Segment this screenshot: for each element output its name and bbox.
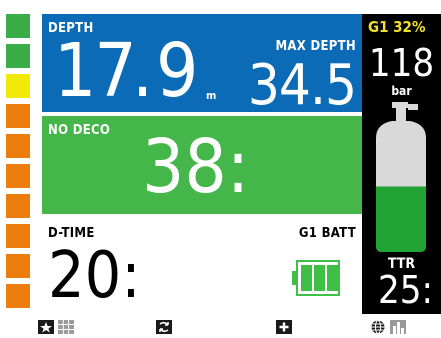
ascent-rate-segment	[6, 194, 30, 218]
depth-value-integer: 17	[54, 28, 137, 114]
depth-unit: m	[206, 89, 217, 102]
no-deco-label: NO DECO	[48, 123, 111, 138]
dive-time-panel: D-TIME 20: G1 BATT	[42, 214, 362, 314]
max-depth-value: 34.5	[247, 53, 357, 118]
max-depth-label: MAX DEPTH	[275, 39, 356, 54]
depth-value-decimal: 9	[156, 28, 199, 114]
cylinder-icon	[376, 102, 426, 252]
depth-panel: DEPTH MAX DEPTH 17 . 9 m 34.5	[42, 14, 362, 118]
ttr-value: 25:	[378, 268, 434, 312]
gas-mix-label: G1 32%	[368, 18, 426, 36]
battery-level-bar	[327, 265, 338, 291]
ascent-rate-bar	[6, 14, 30, 314]
bar-chart-icon[interactable]	[390, 320, 406, 334]
depth-decimal-point: .	[132, 28, 154, 114]
dive-time-value: 20:	[48, 239, 141, 313]
light-icon[interactable]	[38, 320, 54, 334]
ascent-rate-segment	[6, 14, 30, 38]
ascent-rate-segment	[6, 104, 30, 128]
battery-label: G1 BATT	[298, 226, 356, 241]
battery-level-bar	[301, 265, 312, 291]
ascent-rate-segment	[6, 44, 30, 68]
compass-grid-icon[interactable]	[58, 320, 74, 334]
ascent-rate-segment	[6, 224, 30, 248]
tank-panel: G1 32% 118 bar TTR 25:	[362, 14, 441, 314]
battery-level-bar	[314, 265, 325, 291]
no-deco-value: 38:	[142, 124, 250, 210]
switch-gas-icon[interactable]	[156, 320, 172, 334]
ascent-rate-segment	[6, 164, 30, 188]
no-deco-panel: NO DECO 38:	[42, 116, 362, 214]
battery-icon	[292, 260, 340, 296]
bottom-icon-bar	[0, 314, 441, 338]
ascent-rate-segment	[6, 134, 30, 158]
ascent-rate-segment	[6, 284, 30, 308]
globe-icon[interactable]	[370, 320, 386, 334]
ascent-rate-segment	[6, 254, 30, 278]
tank-pressure-value: 118	[368, 41, 435, 85]
plus-icon[interactable]	[276, 320, 292, 334]
ascent-rate-segment	[6, 74, 30, 98]
cylinder-fill	[376, 186, 426, 252]
